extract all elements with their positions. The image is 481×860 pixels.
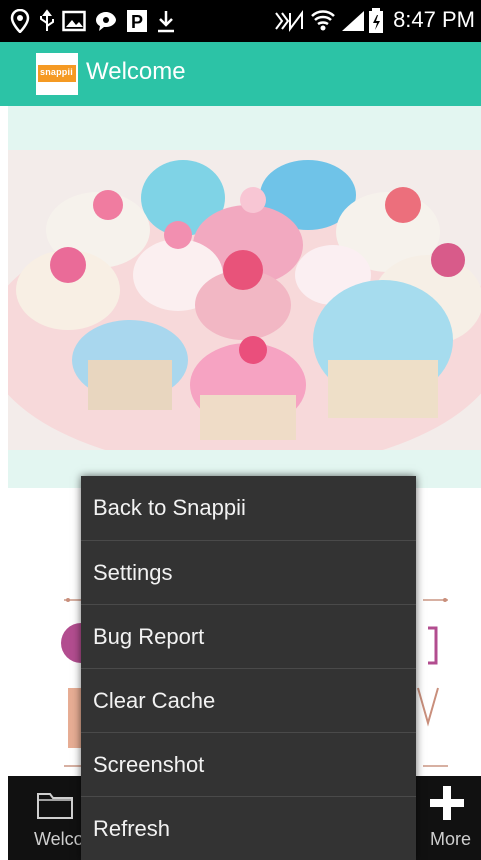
chat-icon: [96, 12, 116, 31]
parking-icon: P: [127, 10, 147, 32]
page-title: Welcome: [86, 58, 186, 85]
hero-image: [8, 150, 481, 450]
folder-icon: [37, 793, 73, 819]
menu-item-label: Bug Report: [93, 624, 205, 649]
app-logo[interactable]: snappii: [36, 53, 78, 95]
location-pin-icon: [10, 9, 30, 33]
menu-item-back-to-snappii[interactable]: Back to Snappii: [81, 476, 416, 540]
cupcakes-image: [8, 150, 481, 450]
signal-icon: [342, 11, 364, 31]
status-clock: 8:47 PM: [393, 7, 475, 32]
menu-item-label: Refresh: [93, 816, 171, 841]
menu-item-bug-report[interactable]: Bug Report: [81, 604, 416, 668]
menu-item-label: Back to Snappii: [93, 495, 246, 520]
tab-more[interactable]: More: [416, 776, 481, 860]
wifi-icon: [311, 10, 335, 31]
menu-item-settings[interactable]: Settings: [81, 540, 416, 604]
svg-text:P: P: [131, 12, 143, 32]
status-bar: P 8:47 PM: [0, 0, 481, 42]
tab-more-label: More: [430, 829, 472, 849]
download-icon: [158, 11, 174, 33]
overflow-menu: Back to Snappii Settings Bug Report Clea…: [81, 476, 416, 860]
menu-item-clear-cache[interactable]: Clear Cache: [81, 668, 416, 732]
nfc-icon: [275, 10, 303, 32]
header-spacer: [8, 106, 481, 150]
menu-item-label: Settings: [93, 560, 173, 585]
battery-icon: [369, 8, 383, 33]
app-bar: snappii Welcome: [0, 42, 481, 106]
logo-text: snappii: [40, 67, 73, 77]
menu-item-label: Clear Cache: [93, 688, 216, 713]
usb-icon: [40, 9, 54, 31]
plus-icon: [430, 786, 464, 820]
menu-item-label: Screenshot: [93, 752, 205, 777]
menu-item-screenshot[interactable]: Screenshot: [81, 732, 416, 796]
image-icon: [62, 10, 86, 32]
menu-item-refresh[interactable]: Refresh: [81, 796, 416, 860]
